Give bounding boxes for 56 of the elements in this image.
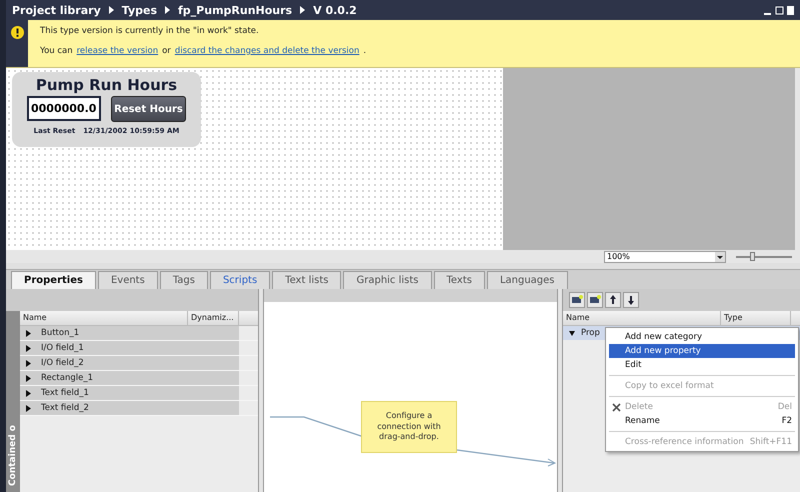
- tab[interactable]: Texts: [434, 271, 485, 289]
- move-down-icon[interactable]: [623, 292, 639, 308]
- hint-note: Configure a connection with drag-and-drop.: [361, 401, 457, 453]
- expand-arrow-icon[interactable]: [25, 330, 31, 336]
- zoom-dropdown[interactable]: 100%: [604, 250, 726, 262]
- column-header[interactable]: Dynamiz...: [188, 311, 239, 325]
- tab[interactable]: Languages: [486, 271, 568, 289]
- object-row[interactable]: I/O field_1: [20, 341, 239, 355]
- release-link[interactable]: release the version: [76, 46, 158, 56]
- breadcrumb-item[interactable]: Types: [122, 4, 158, 16]
- breadcrumb-arrow-icon: [108, 6, 114, 14]
- action-prompt: You can: [40, 46, 73, 56]
- breadcrumb-item[interactable]: Project library: [12, 4, 101, 16]
- add-property-icon[interactable]: [587, 292, 603, 308]
- column-header[interactable]: Name: [20, 311, 188, 325]
- tab[interactable]: Events: [98, 271, 158, 289]
- reset-button[interactable]: Reset Hours: [111, 96, 186, 122]
- status-message: This type version is currently in the "in work" state.: [40, 26, 260, 36]
- menu-item[interactable]: Add new category: [609, 330, 795, 344]
- tab[interactable]: Tags: [160, 271, 208, 289]
- or-text: or: [162, 46, 171, 56]
- expand-arrow-icon[interactable]: [569, 330, 575, 336]
- tab[interactable]: Text lists: [272, 271, 342, 289]
- add-category-icon[interactable]: [569, 292, 585, 308]
- expand-arrow-icon[interactable]: [25, 344, 31, 352]
- breadcrumb-arrow-icon: [300, 6, 306, 14]
- delete-icon: [612, 402, 621, 412]
- object-row[interactable]: Button_1: [20, 326, 239, 340]
- tab[interactable]: Scripts: [210, 271, 270, 289]
- breadcrumb-item[interactable]: fp_PumpRunHours: [178, 4, 292, 16]
- tab[interactable]: Properties: [11, 271, 96, 289]
- menu-item[interactable]: Rename F2: [609, 414, 795, 428]
- object-row[interactable]: I/O field_2: [20, 356, 239, 370]
- hours-field[interactable]: 0000000.0: [27, 96, 101, 121]
- expand-arrow-icon[interactable]: [25, 374, 31, 382]
- column-header[interactable]: Type: [721, 311, 791, 325]
- window-controls-icon[interactable]: [764, 6, 794, 14]
- object-row[interactable]: Text field_2: [20, 401, 239, 415]
- menu-item[interactable]: Edit: [609, 358, 795, 372]
- side-tab-label: Contained o: [8, 425, 18, 486]
- column-header[interactable]: Name: [563, 311, 721, 325]
- discard-link[interactable]: discard the changes and delete the version: [174, 46, 360, 56]
- move-up-icon[interactable]: [605, 292, 621, 308]
- tab[interactable]: Graphic lists: [343, 271, 432, 289]
- period-text: .: [363, 46, 366, 56]
- menu-item[interactable]: Add new property: [609, 344, 795, 358]
- warning-icon: [10, 26, 24, 39]
- expand-arrow-icon[interactable]: [25, 404, 31, 412]
- slider-thumb[interactable]: [750, 252, 755, 260]
- breadcrumb-item[interactable]: V 0.0.2: [313, 4, 357, 16]
- expand-arrow-icon[interactable]: [25, 360, 31, 366]
- breadcrumb-arrow-icon: [165, 6, 170, 14]
- object-row[interactable]: Text field_1: [20, 386, 239, 400]
- expand-arrow-icon[interactable]: [25, 390, 31, 396]
- object-row[interactable]: Rectangle_1: [20, 371, 239, 385]
- faceplate-title: Pump Run Hours: [36, 76, 178, 94]
